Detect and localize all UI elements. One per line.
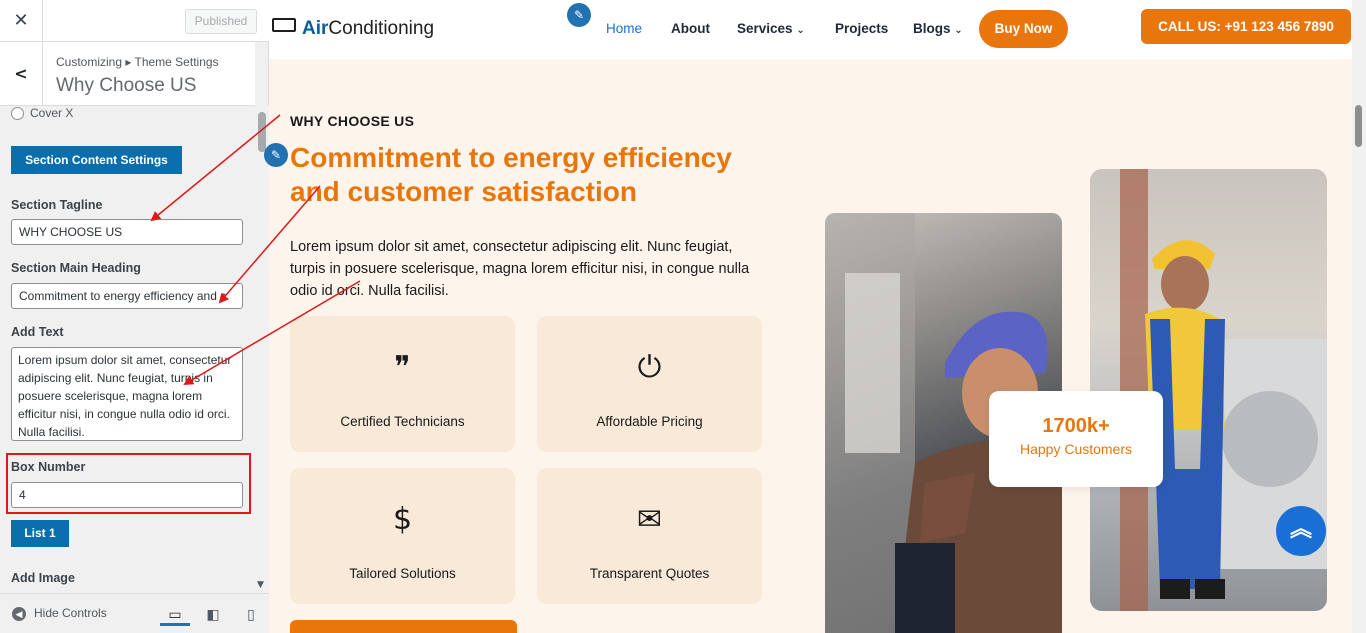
dollar-icon: $	[392, 502, 413, 537]
section-title: Why Choose US	[56, 75, 197, 96]
panel-scrollbar-thumb[interactable]	[258, 112, 266, 152]
collapse-icon: ◀	[12, 606, 26, 621]
main-heading-label: Section Main Heading	[11, 261, 141, 275]
logo-brand: Air	[302, 18, 329, 39]
section-header: < Customizing ▸ Theme Settings Why Choos…	[0, 42, 255, 106]
preview-scrollbar-thumb[interactable]	[1355, 105, 1362, 147]
call-us-button[interactable]: CALL US: +91 123 456 7890	[1141, 9, 1351, 44]
hide-controls-label: Hide Controls	[34, 606, 107, 620]
feature-label: Tailored Solutions	[349, 566, 456, 581]
feature-label: Transparent Quotes	[589, 566, 710, 581]
chevron-left-icon: <	[14, 64, 28, 83]
site-logo[interactable]: AirConditioning	[272, 18, 434, 40]
controls-scroll-area: Cover X Section Content Settings Section…	[0, 106, 255, 593]
nav-home[interactable]: Home	[606, 21, 642, 36]
list-1-button[interactable]: List 1	[11, 520, 69, 547]
feature-box: ✉ Transparent Quotes	[537, 468, 762, 604]
add-text-label: Add Text	[11, 325, 64, 339]
preview-scrollbar[interactable]	[1352, 0, 1366, 633]
panel-scrollbar[interactable]	[256, 106, 269, 593]
feature-box: ⏻ Affordable Pricing	[537, 316, 762, 452]
why-choose-us-section: WHY CHOOSE US ✎ Commitment to energy eff…	[264, 59, 1352, 633]
back-button[interactable]: <	[0, 42, 43, 106]
stat-label: Happy Customers	[1019, 441, 1133, 457]
box-number-input[interactable]: 4	[11, 482, 243, 508]
customizer-footer: ◀ Hide Controls ▭ ◧ ▯	[0, 593, 269, 633]
section-tagline: WHY CHOOSE US	[290, 113, 415, 129]
scroll-down-icon[interactable]: ▼	[257, 580, 264, 590]
nav-services-label: Services	[737, 21, 793, 36]
hide-controls-button[interactable]: ◀ Hide Controls	[12, 606, 107, 621]
double-chevron-up-icon: ︽	[1289, 517, 1312, 542]
site-header: AirConditioning ✎ Home About Services ⌄ …	[269, 0, 1352, 59]
tagline-label: Section Tagline	[11, 198, 103, 212]
power-button-icon: ⏻	[637, 350, 662, 385]
stat-card: 1700k+ Happy Customers	[989, 391, 1163, 487]
chevron-down-icon: ⌄	[954, 25, 963, 36]
publish-button[interactable]: Published	[185, 9, 257, 34]
buy-now-button[interactable]: Buy Now	[979, 10, 1068, 48]
customizer-panel: ✕ Published < Customizing ▸ Theme Settin…	[0, 0, 269, 633]
close-customizer-button[interactable]: ✕	[0, 0, 43, 42]
desktop-preview-button[interactable]: ▭	[160, 602, 190, 626]
radio-icon[interactable]	[11, 107, 24, 121]
chevron-down-icon: ⌄	[796, 25, 805, 36]
feature-box: ❞ Certified Technicians	[290, 316, 515, 452]
section-heading: Commitment to energy efficiency and cust…	[290, 142, 732, 207]
edit-shortcut-pencil-icon[interactable]: ✎	[264, 143, 288, 167]
breadcrumb: Customizing ▸ Theme Settings	[56, 55, 219, 69]
air-conditioner-icon	[272, 18, 296, 32]
tagline-input[interactable]: WHY CHOOSE US	[11, 219, 243, 245]
nav-blogs-label: Blogs	[913, 21, 951, 36]
add-image-label: Add Image	[11, 571, 75, 585]
scroll-to-top-button[interactable]: ︽	[1276, 506, 1326, 556]
site-preview: AirConditioning ✎ Home About Services ⌄ …	[264, 0, 1352, 633]
nav-projects[interactable]: Projects	[835, 21, 888, 36]
tablet-preview-button[interactable]: ◧	[198, 602, 228, 626]
customizer-header: ✕ Published	[0, 0, 269, 42]
add-text-textarea[interactable]: Lorem ipsum dolor sit amet, consectetur …	[11, 347, 243, 441]
nav-services[interactable]: Services ⌄	[737, 21, 805, 36]
tablet-icon: ◧	[206, 606, 220, 622]
feature-label: Certified Technicians	[340, 414, 465, 429]
box-number-label: Box Number	[11, 460, 86, 474]
edit-shortcut-pencil-icon[interactable]: ✎	[567, 3, 591, 27]
section-paragraph: Lorem ipsum dolor sit amet, consectetur …	[290, 239, 750, 299]
nav-blogs[interactable]: Blogs ⌄	[913, 21, 963, 36]
close-icon: ✕	[13, 10, 29, 31]
cover-label: Cover X	[30, 106, 74, 120]
mobile-preview-button[interactable]: ▯	[236, 602, 266, 626]
quote-badge-icon: ❞	[394, 350, 411, 385]
main-heading-input[interactable]: Commitment to energy efficiency and c	[11, 283, 243, 309]
call-us-cta-button[interactable]	[290, 620, 517, 633]
desktop-icon: ▭	[168, 606, 182, 622]
mobile-icon: ▯	[247, 606, 255, 622]
nav-about[interactable]: About	[671, 21, 710, 36]
certificate-mail-icon: ✉	[636, 502, 663, 537]
section-content-settings-button[interactable]: Section Content Settings	[11, 146, 182, 174]
feature-label: Affordable Pricing	[596, 414, 703, 429]
stat-number: 1700k+	[1042, 415, 1110, 437]
logo-text: Conditioning	[328, 18, 435, 39]
cover-radio-option[interactable]: Cover X	[11, 106, 74, 121]
feature-box: $ Tailored Solutions	[290, 468, 515, 604]
